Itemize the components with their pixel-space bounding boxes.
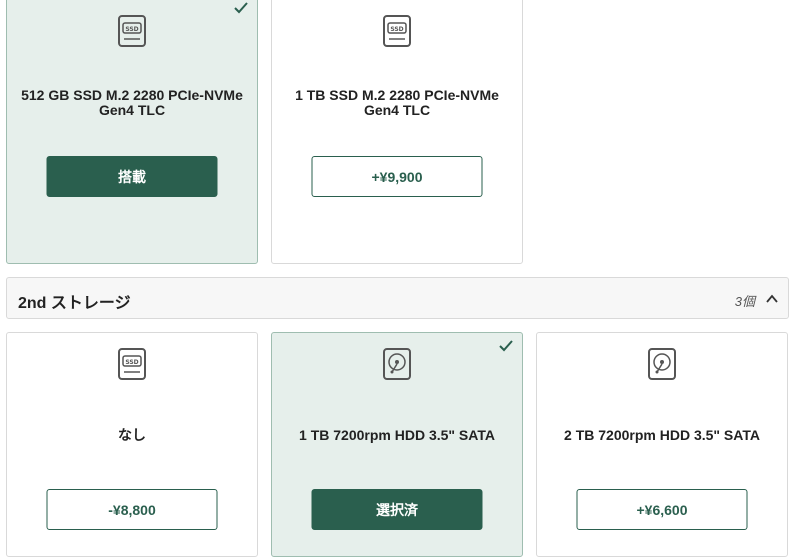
hdd-icon — [648, 348, 676, 380]
ssd-icon: SSD — [118, 348, 146, 380]
svg-text:SSD: SSD — [125, 26, 138, 33]
chevron-up-icon[interactable] — [765, 292, 779, 306]
option-name: 2 TB 7200rpm HDD 3.5" SATA — [564, 427, 760, 443]
svg-text:SSD: SSD — [125, 359, 138, 366]
storage2-option-2tb-hdd[interactable]: 2 TB 7200rpm HDD 3.5" SATA +¥6,600 — [536, 332, 788, 557]
option-count: 3個 — [734, 294, 755, 309]
section-title: 2nd ストレージ — [18, 295, 131, 312]
storage2-option-1tb-hdd[interactable]: 1 TB 7200rpm HDD 3.5" SATA 選択済 — [271, 332, 523, 557]
option-name: 1 TB 7200rpm HDD 3.5" SATA — [299, 427, 495, 443]
hdd-icon — [383, 348, 411, 380]
option-name: 512 GB SSD M.2 2280 PCIe-NVMe Gen4 TLC — [21, 87, 243, 118]
storage1-option-512gb-ssd[interactable]: SSD 512 GB SSD M.2 2280 PCIe-NVMe Gen4 T… — [6, 0, 258, 264]
ssd-icon: SSD — [118, 15, 146, 47]
storage1-option-1tb-ssd[interactable]: SSD 1 TB SSD M.2 2280 PCIe-NVMe Gen4 TLC… — [271, 0, 523, 264]
price-button[interactable]: +¥6,600 — [576, 489, 748, 530]
section-header-2nd-storage[interactable]: 2nd ストレージ 3個 — [6, 277, 789, 319]
option-name: 1 TB SSD M.2 2280 PCIe-NVMe Gen4 TLC — [295, 87, 499, 118]
option-name: なし — [118, 427, 146, 443]
price-button[interactable]: -¥8,800 — [46, 489, 218, 530]
price-button[interactable]: +¥9,900 — [311, 156, 483, 197]
ssd-icon: SSD — [383, 15, 411, 47]
installed-button[interactable]: 搭載 — [46, 156, 218, 197]
selected-button[interactable]: 選択済 — [311, 489, 483, 530]
checkmark-icon — [499, 340, 513, 352]
storage2-option-none[interactable]: SSD なし -¥8,800 — [6, 332, 258, 557]
svg-text:SSD: SSD — [390, 26, 403, 33]
checkmark-icon — [234, 2, 248, 14]
